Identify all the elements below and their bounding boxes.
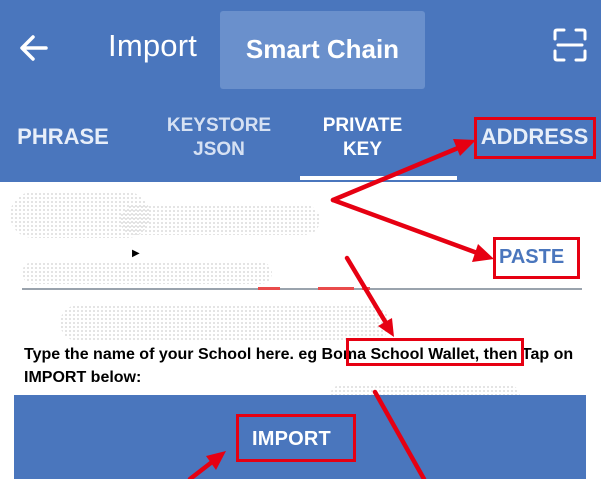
arrow-to-paste xyxy=(330,197,483,257)
tab-phrase[interactable]: PHRASE xyxy=(15,125,111,149)
tab-keystore-line: JSON xyxy=(193,139,245,160)
private-key-input[interactable] xyxy=(22,288,582,290)
redacted-scribble xyxy=(60,305,390,341)
tab-private-key[interactable]: PRIVATE KEY xyxy=(305,114,420,162)
chain-name: Smart Chain xyxy=(245,34,400,64)
tab-private-line: KEY xyxy=(342,139,383,160)
input-error-underline xyxy=(318,287,354,290)
tab-private-line: PRIVATE xyxy=(322,115,403,136)
redacted-scribble xyxy=(22,262,272,284)
page-title: Import xyxy=(108,28,198,63)
text-cursor-marker: ▶ xyxy=(132,248,140,259)
tab-keystore-json[interactable]: KEYSTORE JSON xyxy=(160,114,278,162)
highlight-box-address xyxy=(474,117,596,159)
chain-name-chip: Smart Chain xyxy=(220,11,425,89)
arrowhead-paste xyxy=(472,244,494,262)
highlight-box-paste xyxy=(493,237,580,279)
qr-scan-icon[interactable] xyxy=(552,27,588,63)
highlight-box-example xyxy=(346,338,524,366)
active-tab-indicator xyxy=(300,176,457,180)
input-error-underline xyxy=(362,287,370,290)
arrow-left-icon[interactable] xyxy=(14,28,54,68)
highlight-box-import xyxy=(236,414,356,462)
input-error-underline xyxy=(258,287,280,290)
redacted-scribble xyxy=(120,205,320,235)
tab-keystore-line: KEYSTORE xyxy=(166,115,272,136)
instruction-prefix: Type the name of your School here. eg xyxy=(24,346,322,363)
